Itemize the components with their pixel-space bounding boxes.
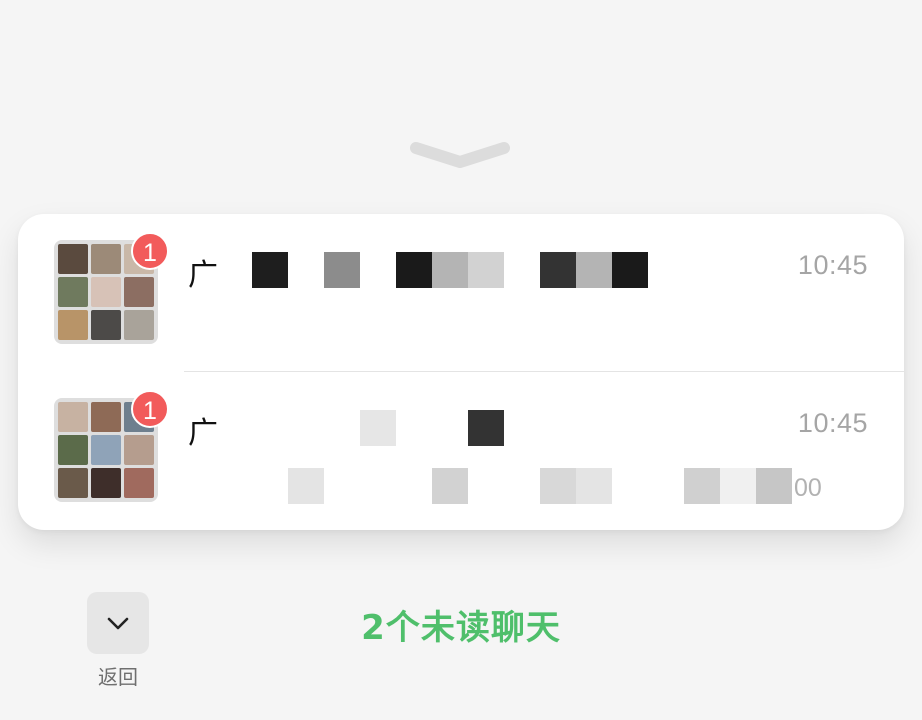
notification-screen: 1 广 10:45 1 广 10:45 00 返回 2个未读聊天: [0, 0, 922, 720]
unread-badge: 1: [131, 232, 169, 270]
collapse-handle[interactable]: [408, 138, 512, 168]
chat-list-item[interactable]: 1 广 10:45 00: [18, 372, 904, 530]
unread-chats-card: 1 广 10:45 1 广 10:45 00: [18, 214, 904, 530]
chevron-down-icon: [410, 142, 510, 168]
back-label: 返回: [98, 665, 138, 689]
chat-list-item[interactable]: 1 广 10:45: [18, 214, 904, 372]
back-button[interactable]: [87, 592, 149, 654]
chat-title: 广: [188, 416, 218, 451]
unread-badge: 1: [131, 390, 169, 428]
message-preview: 00: [794, 474, 822, 502]
unread-summary: 2个未读聊天: [361, 608, 561, 648]
chevron-down-icon: [107, 617, 129, 630]
message-time: 10:45: [797, 408, 868, 438]
message-time: 10:45: [797, 250, 868, 280]
chat-title: 广: [188, 258, 218, 293]
